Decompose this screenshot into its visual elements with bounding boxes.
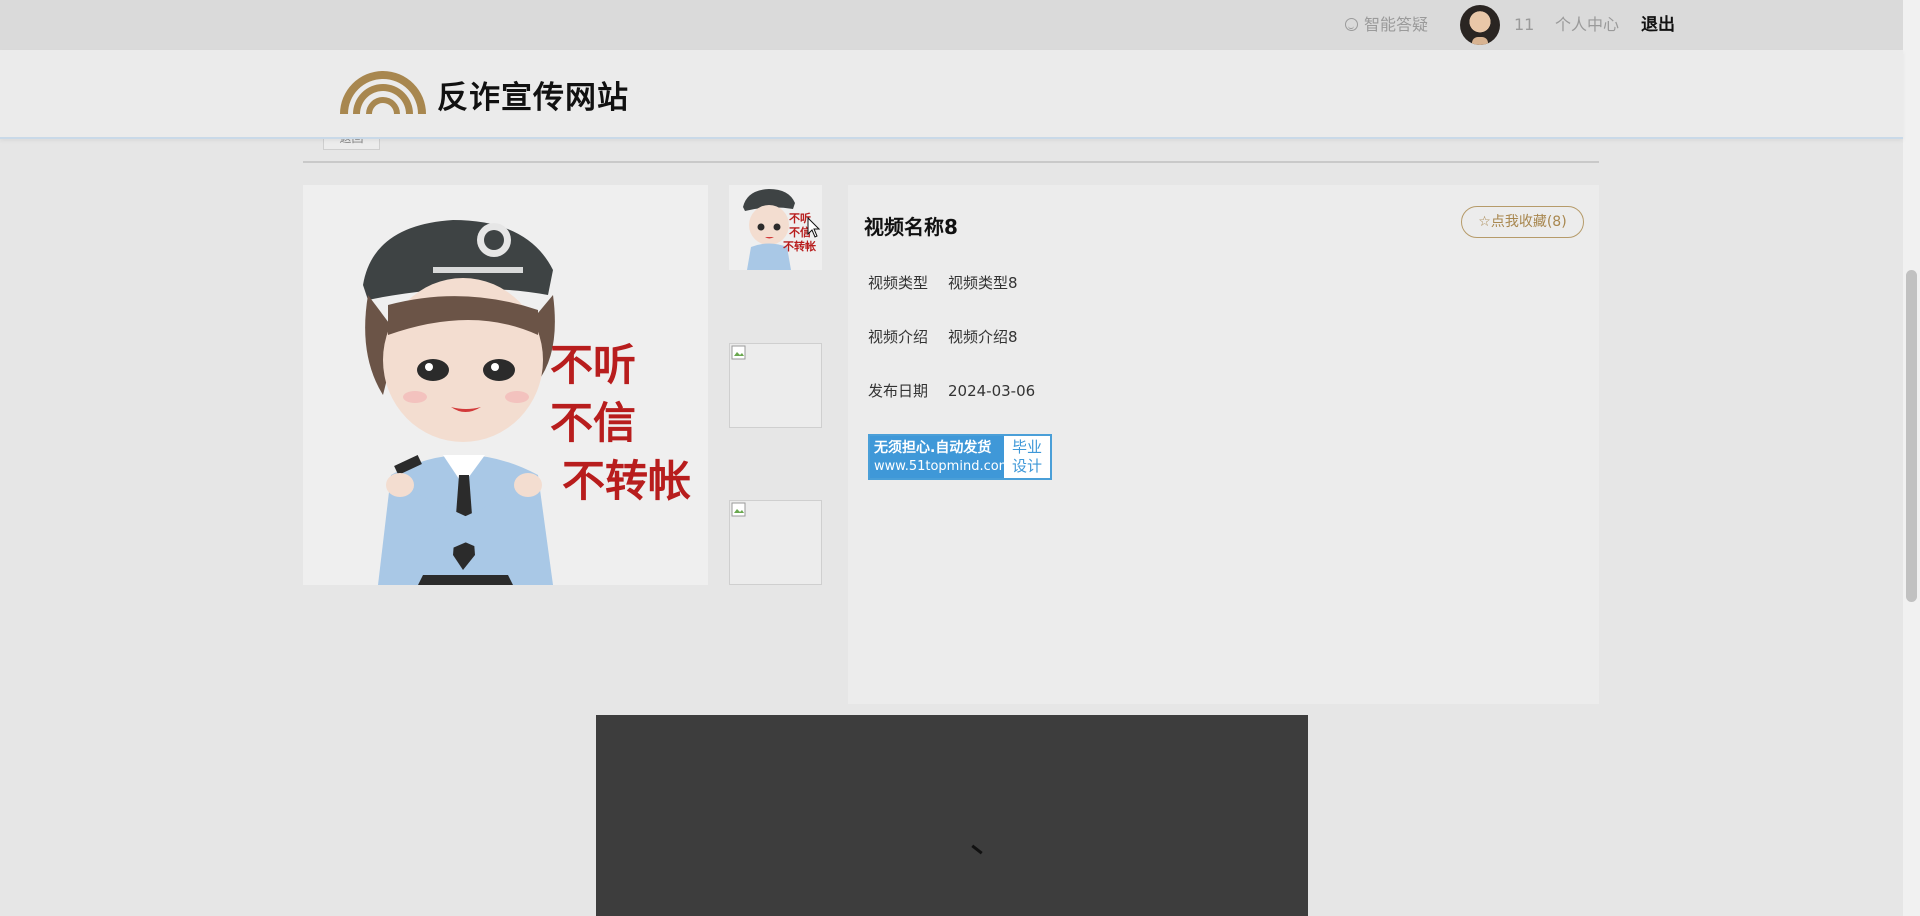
promo-badge[interactable]: 无须担心.自动发货 www.51topmind.com 毕业 设计 <box>868 434 1052 480</box>
loading-spinner-icon <box>971 844 983 855</box>
video-player[interactable] <box>596 715 1308 916</box>
site-header: 反诈宣传网站 <box>0 50 1903 139</box>
promo-right-1: 毕业 <box>1011 438 1042 456</box>
field-row-date: 发布日期 2024-03-06 <box>868 380 1035 401</box>
poster-line-3: 不转帐 <box>562 457 691 507</box>
username-label[interactable]: 11 <box>1514 0 1534 50</box>
logout-link[interactable]: 退出 <box>1641 0 1675 50</box>
thumbnail-3[interactable] <box>729 500 822 585</box>
smart-qa-link[interactable]: 智能答疑 <box>1345 0 1428 50</box>
svg-text:不转帐: 不转帐 <box>783 239 816 253</box>
poster-line-2: 不信 <box>550 399 636 449</box>
broken-image-icon <box>731 502 746 517</box>
personal-center-link[interactable]: 个人中心 <box>1555 0 1619 50</box>
main-image: 不听 不信 不转帐 <box>303 185 708 585</box>
video-title: 视频名称8 <box>864 215 958 239</box>
promo-right-2: 设计 <box>1011 457 1042 475</box>
field-value: 2024-03-06 <box>948 382 1036 400</box>
favorite-button[interactable]: ☆点我收藏(8) <box>1461 206 1584 238</box>
top-utility-bar: 智能答疑 11 个人中心 退出 <box>0 0 1903 50</box>
avatar[interactable] <box>1460 5 1500 45</box>
field-row-type: 视频类型 视频类型8 <box>868 272 1018 293</box>
promo-line-1: 无须担心.自动发货 <box>874 440 992 456</box>
broken-image-icon <box>731 345 746 360</box>
field-label: 发布日期 <box>868 382 929 400</box>
divider <box>303 161 1599 163</box>
thumbnail-2[interactable] <box>729 343 822 428</box>
poster-slogan: 不听 不信 不转帐 <box>541 337 691 511</box>
smart-qa-label: 智能答疑 <box>1364 15 1429 34</box>
field-label: 视频类型 <box>868 274 929 292</box>
scrollbar-thumb[interactable] <box>1906 270 1917 602</box>
mouse-cursor-icon <box>807 217 821 238</box>
site-title: 反诈宣传网站 <box>437 80 629 116</box>
poster-line-1: 不听 <box>550 341 636 391</box>
field-value: 视频类型8 <box>948 274 1018 292</box>
field-label: 视频介绍 <box>868 328 929 346</box>
field-value: 视频介绍8 <box>948 328 1018 346</box>
promo-line-2: www.51topmind.com <box>874 459 1012 474</box>
promo-badge-right: 毕业 设计 <box>1004 436 1050 478</box>
video-detail-panel: 视频名称8 ☆点我收藏(8) 视频类型 视频类型8 视频介绍 视频介绍8 发布日期 2… <box>848 185 1599 704</box>
user-circle-icon <box>1345 18 1358 31</box>
site-logo-icon <box>340 71 426 114</box>
promo-badge-left: 无须担心.自动发货 www.51topmind.com <box>870 436 1012 478</box>
field-row-intro: 视频介绍 视频介绍8 <box>868 326 1018 347</box>
